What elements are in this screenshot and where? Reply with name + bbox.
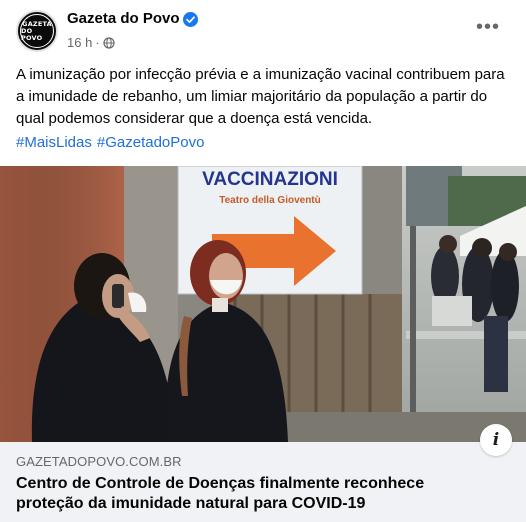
sign-title: VACCINAZIONI [202, 169, 338, 190]
more-options-icon[interactable]: ••• [476, 17, 500, 37]
photo-scene: VACCINAZIONI Teatro della Gioventù [0, 166, 526, 442]
globe-icon[interactable] [103, 36, 115, 49]
post-timestamp[interactable]: 16 h [67, 35, 92, 50]
post-text: A imunização por infecção prévia e a imu… [16, 66, 505, 127]
verified-badge-icon [183, 12, 198, 27]
page-avatar[interactable]: GAZETA DO POVO [16, 10, 58, 52]
post-photo[interactable]: VACCINAZIONI Teatro della Gioventù [0, 166, 526, 442]
link-domain: GAZETADOPOVO.COM.BR [16, 454, 182, 469]
pole [410, 226, 416, 442]
link-preview-card[interactable]: GAZETADOPOVO.COM.BR Centro de Controle d… [0, 442, 526, 522]
meta-separator: · [95, 35, 100, 50]
page-logo: GAZETA DO POVO [20, 14, 54, 48]
hashtag-maislidas[interactable]: #MaisLidas [16, 134, 92, 151]
hashtag-list: #MaisLidas #GazetadoPovo [16, 134, 204, 151]
link-title[interactable]: Centro de Controle de Doenças finalmente… [16, 474, 496, 514]
info-icon: i [492, 430, 500, 450]
post-header: GAZETA DO POVO Gazeta do Povo 16 h · ••• [0, 0, 526, 58]
info-button[interactable]: i [480, 424, 512, 456]
logo-line-2: DO POVO [21, 26, 43, 42]
sign-subtitle: Teatro della Gioventù [219, 195, 321, 206]
post-meta: 16 h · [67, 35, 115, 50]
hashtag-gazetadopovo[interactable]: #GazetadoPovo [97, 134, 205, 151]
page-name-link[interactable]: Gazeta do Povo [67, 10, 180, 27]
